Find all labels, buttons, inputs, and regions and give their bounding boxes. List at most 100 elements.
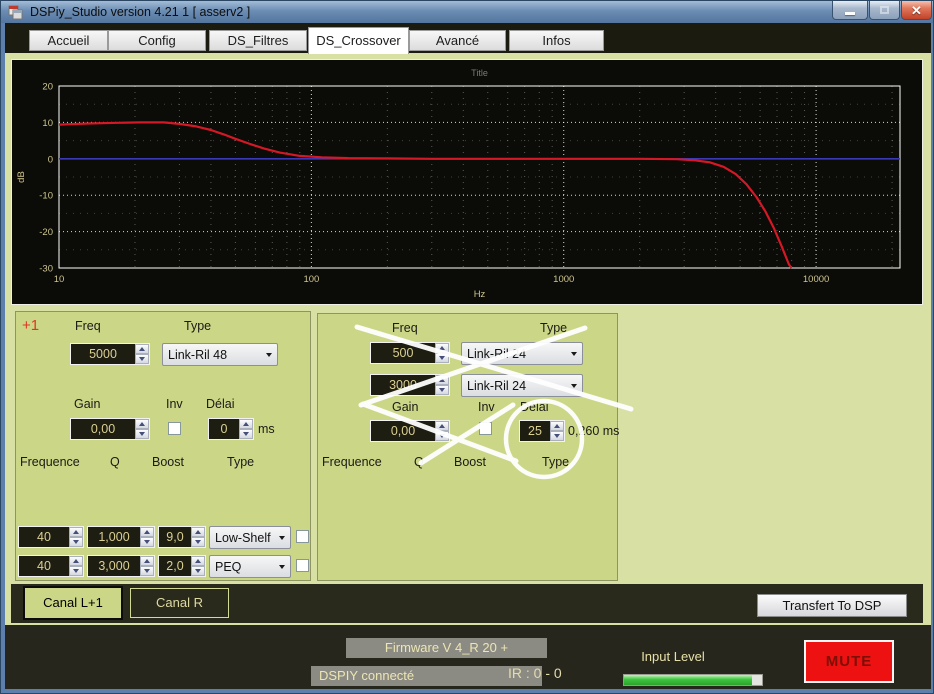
inv-checkbox[interactable] xyxy=(168,422,181,435)
gain-spinner-value[interactable]: 0,00 xyxy=(71,419,135,439)
spin-down-button[interactable] xyxy=(191,537,205,547)
svg-text:-10: -10 xyxy=(39,191,53,202)
tab-infos[interactable]: Infos xyxy=(509,30,604,51)
spin-down-button[interactable] xyxy=(239,429,253,439)
spin-up-button[interactable] xyxy=(135,344,149,354)
eq-boost-value[interactable]: 2,0 xyxy=(159,556,191,576)
eq-type-select[interactable]: Low-Shelf xyxy=(209,526,291,549)
chevron-down-icon xyxy=(266,353,272,357)
spin-up-button[interactable] xyxy=(191,527,205,537)
eq-q-value[interactable]: 1,000 xyxy=(88,527,140,547)
spin-down-button[interactable] xyxy=(69,566,83,576)
transfer-to-dsp-button[interactable]: Transfert To DSP xyxy=(757,594,907,617)
spin-up-button[interactable] xyxy=(435,421,449,431)
spin-down-button[interactable] xyxy=(140,566,154,576)
tab-ds-filtres[interactable]: DS_Filtres xyxy=(209,30,307,51)
eq-freq-value[interactable]: 40 xyxy=(19,527,69,547)
spin-down-button[interactable] xyxy=(550,431,564,441)
type-select[interactable]: Link-Ril 24 xyxy=(461,374,583,397)
tab-config[interactable]: Config xyxy=(108,30,206,51)
delay-spinner-value[interactable]: 25 xyxy=(520,421,550,441)
gain-spinner-value[interactable]: 0,00 xyxy=(371,421,435,441)
eq-type-select[interactable]: PEQ xyxy=(209,555,291,578)
channel-tab-right[interactable]: Canal R xyxy=(130,588,229,618)
gain-label: Gain xyxy=(392,400,418,414)
channel-tab-strip: Canal L+1 Canal R Transfert To DSP xyxy=(11,584,923,623)
window-title: DSPiy_Studio version 4.21 1 [ asserv2 ] xyxy=(30,1,250,23)
spin-up-button[interactable] xyxy=(550,421,564,431)
type-label: Type xyxy=(184,319,211,333)
eq-header-boost: Boost xyxy=(454,455,486,469)
chevron-down-icon xyxy=(571,352,577,356)
spin-down-button[interactable] xyxy=(140,537,154,547)
eq-enable-checkbox[interactable] xyxy=(296,530,309,543)
svg-text:-30: -30 xyxy=(39,264,53,275)
spin-up-icon xyxy=(439,346,445,350)
tab-accueil[interactable]: Accueil xyxy=(29,30,108,51)
delay-spinner-value[interactable]: 0 xyxy=(209,419,239,439)
spin-up-button[interactable] xyxy=(140,527,154,537)
svg-text:10: 10 xyxy=(42,118,53,129)
app-window: DSPiy_Studio version 4.21 1 [ asserv2 ] … xyxy=(0,0,934,694)
spin-up-button[interactable] xyxy=(135,419,149,429)
freq-spinner-value[interactable]: 500 xyxy=(371,343,435,363)
channel-marker: +1 xyxy=(22,317,39,334)
type-select[interactable]: Link-Ril 48 xyxy=(162,343,278,366)
eq-freq-value[interactable]: 40 xyxy=(19,556,69,576)
close-button[interactable]: ✕ xyxy=(901,1,932,20)
spin-down-button[interactable] xyxy=(435,353,449,363)
spin-down-button[interactable] xyxy=(435,385,449,395)
svg-text:-20: -20 xyxy=(39,227,53,238)
type-select-value: Link-Ril 24 xyxy=(467,379,567,393)
eq-header-q: Q xyxy=(110,455,120,469)
freq-spinner-value[interactable]: 5000 xyxy=(71,344,135,364)
eq-boost-value[interactable]: 9,0 xyxy=(159,527,191,547)
type-select-value: Link-Ril 48 xyxy=(168,348,262,362)
eq-header-q: Q xyxy=(414,455,424,469)
eq-q-spinner: 1,000 xyxy=(87,526,155,548)
spin-up-button[interactable] xyxy=(239,419,253,429)
spin-up-button[interactable] xyxy=(435,375,449,385)
chevron-down-icon xyxy=(571,384,577,388)
spin-up-icon xyxy=(144,530,150,534)
spin-down-icon xyxy=(195,569,201,573)
spin-up-icon xyxy=(139,347,145,351)
freq-spinner-value[interactable]: 3000 xyxy=(371,375,435,395)
type-select[interactable]: Link-Ril 24 xyxy=(461,342,583,365)
delay-spinner: 0 xyxy=(208,418,254,440)
spin-down-button[interactable] xyxy=(191,566,205,576)
spin-down-icon xyxy=(195,540,201,544)
spin-down-button[interactable] xyxy=(135,429,149,439)
mute-button[interactable]: MUTE xyxy=(804,640,894,683)
eq-enable-checkbox[interactable] xyxy=(296,559,309,572)
inv-checkbox[interactable] xyxy=(479,422,492,435)
spin-up-button[interactable] xyxy=(435,343,449,353)
spin-up-button[interactable] xyxy=(69,527,83,537)
spin-down-button[interactable] xyxy=(69,537,83,547)
input-level-meter xyxy=(623,674,763,686)
spin-up-button[interactable] xyxy=(191,556,205,566)
channel-tab-left[interactable]: Canal L+1 xyxy=(23,586,123,620)
tab-ds-crossover[interactable]: DS_Crossover xyxy=(308,27,409,54)
spin-up-icon xyxy=(73,530,79,534)
freq-label: Freq xyxy=(75,319,101,333)
eq-boost-spinner: 9,0 xyxy=(158,526,206,548)
crossover-chart-svg: 20100-10-20-3010100100010000TitleHzdB xyxy=(12,60,922,304)
tab-avance[interactable]: Avancé xyxy=(409,30,506,51)
spin-up-button[interactable] xyxy=(140,556,154,566)
spin-down-icon xyxy=(554,434,560,438)
spin-down-icon xyxy=(73,540,79,544)
spin-down-button[interactable] xyxy=(435,431,449,441)
eq-q-value[interactable]: 3,000 xyxy=(88,556,140,576)
spin-down-button[interactable] xyxy=(135,354,149,364)
eq-freq-spinner: 40 xyxy=(18,555,84,577)
crossover-page: 20100-10-20-3010100100010000TitleHzdB +1… xyxy=(5,53,931,625)
minimize-button[interactable] xyxy=(832,1,868,20)
spin-up-button[interactable] xyxy=(69,556,83,566)
maximize-button[interactable] xyxy=(869,1,900,20)
spin-down-icon xyxy=(144,569,150,573)
eq-q-spinner: 3,000 xyxy=(87,555,155,577)
chevron-down-icon xyxy=(279,565,285,569)
eq-boost-spinner: 2,0 xyxy=(158,555,206,577)
svg-text:10: 10 xyxy=(54,274,65,285)
